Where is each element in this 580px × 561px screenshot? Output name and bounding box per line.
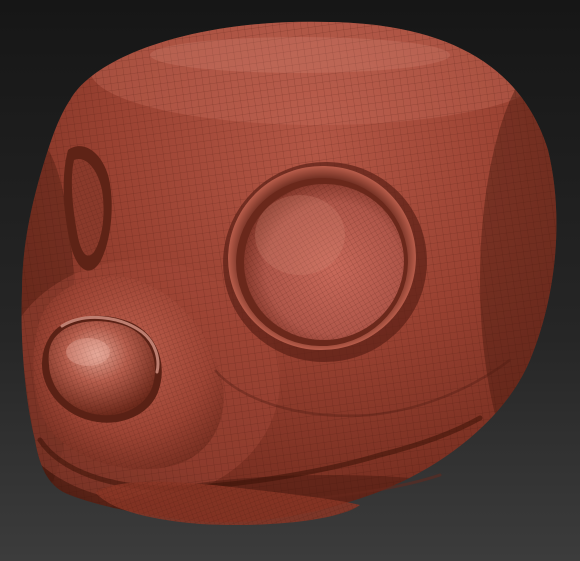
specular-highlight <box>150 37 450 73</box>
sculpt-viewport[interactable] <box>0 0 580 561</box>
sculpt-canvas[interactable] <box>0 0 580 561</box>
